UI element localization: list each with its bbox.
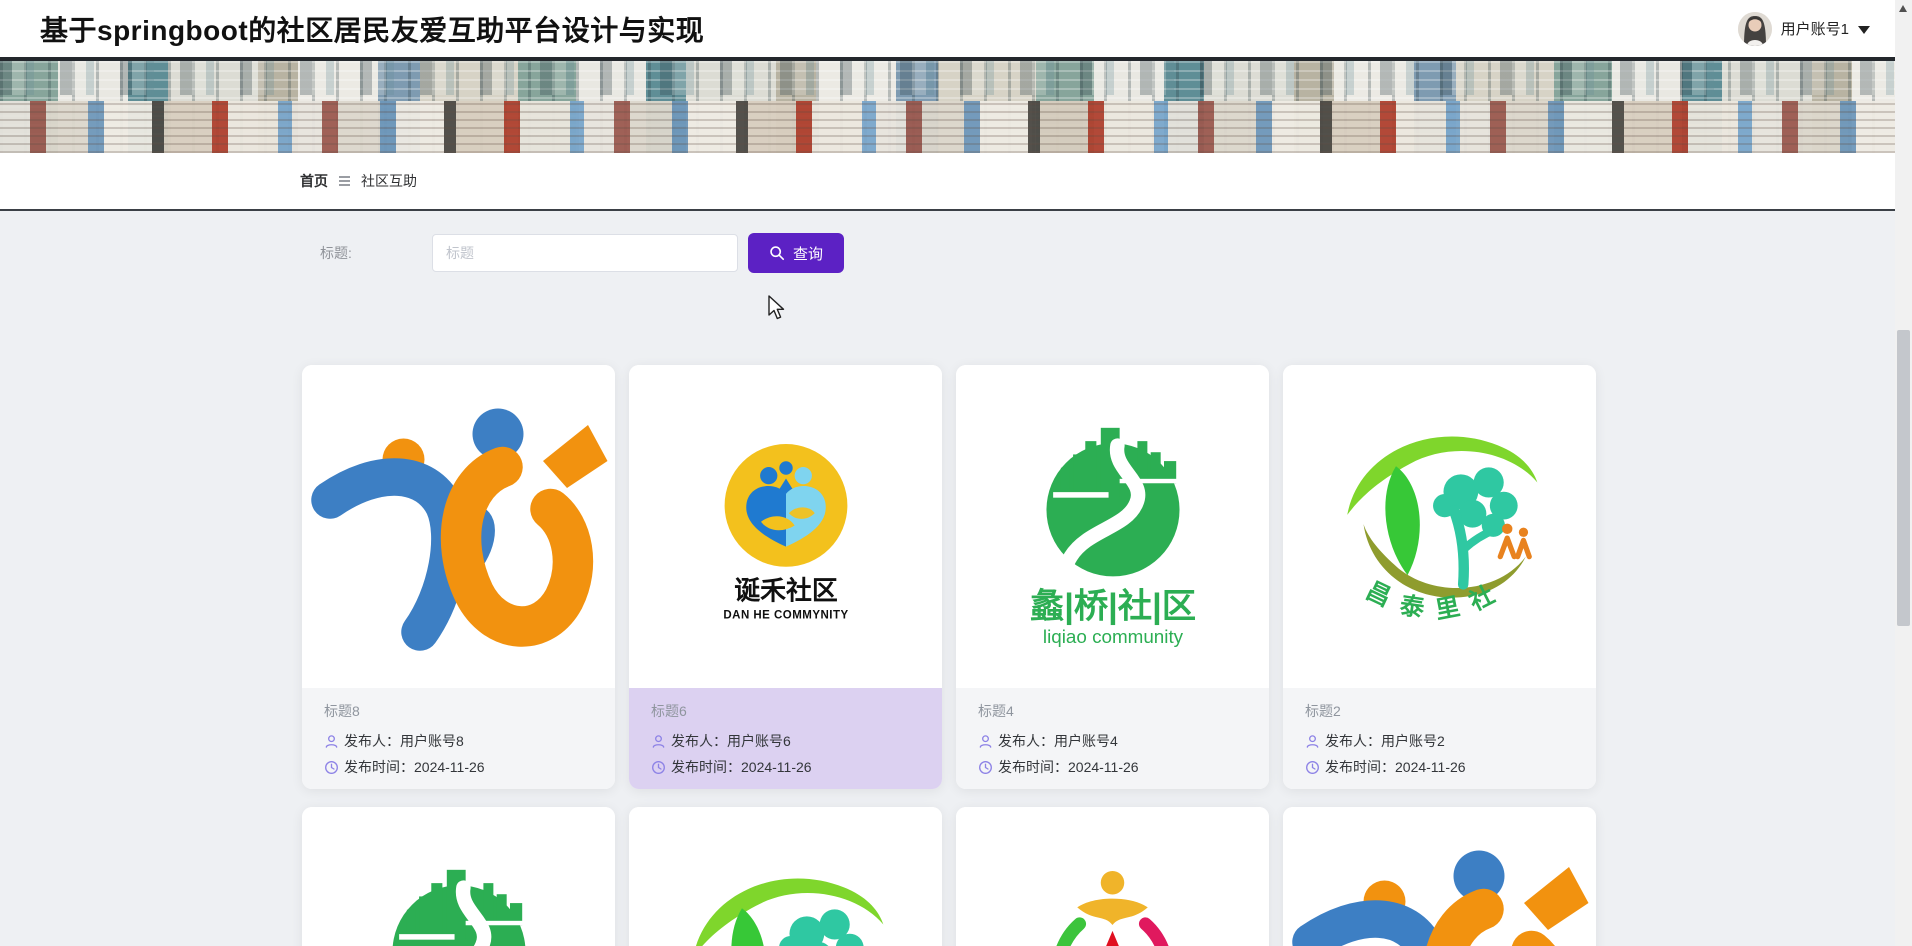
publisher-label: 发布人： [344,733,400,749]
avatar-image [1737,11,1772,46]
person-icon [325,734,338,748]
breadcrumb: 首页 社区互助 [0,153,1912,211]
card-image: 昌泰里社区 [1283,365,1596,688]
caret-down-icon [1858,25,1870,34]
card[interactable] [956,807,1269,946]
username: 用户账号1 [1780,21,1849,38]
clock-icon [325,760,338,774]
time-label: 发布时间： [998,759,1068,775]
search-input[interactable] [432,234,738,272]
search-label: 标题: [320,245,352,261]
clock-icon [979,760,992,774]
card[interactable]: 诞禾社区 DAN HE COMMYNITY 标题6 发布人： 用户账号6 发布时… [629,365,942,789]
heart-people-logo-icon [1291,850,1588,946]
page-title: 基于springboot的社区居民友爱互助平台设计与实现 [40,14,705,46]
time-value: 2024-11-26 [1068,759,1139,775]
time-label: 发布时间： [671,759,741,775]
card-time-row: 发布时间： 2024-11-26 [651,754,920,780]
card[interactable]: 标题8 发布人： 用户账号8 发布时间： 2024-11-26 [302,365,615,789]
person-icon [652,734,665,748]
publisher-value: 用户账号2 [1381,733,1445,749]
liqiao-community-logo-icon: 蠡|桥|社|区 liqiao community [1029,427,1196,647]
header: 基于springboot的社区居民友爱互助平台设计与实现 用户账号1 [0,0,1912,57]
person-icon [1306,734,1319,748]
breadcrumb-current: 社区互助 [361,173,417,189]
danhe-en-text: DAN HE COMMYNITY [723,610,848,622]
card-title: 标题2 [1305,703,1341,719]
card[interactable]: 昌泰里社区 标题2 发布人：用户账号2 [1283,365,1596,789]
time-value: 2024-11-26 [741,759,812,775]
card-image: 诞禾社区 DAN HE COMMYNITY [629,365,942,688]
liqiao-cn-text: 蠡|桥|社|区 [1029,587,1195,625]
publisher-value: 用户账号4 [1054,733,1118,749]
card-info: 标题2 发布人： 用户账号2 发布时间： 2024-11-26 [1283,688,1596,789]
user-menu[interactable]: 用户账号1 [1737,0,1870,57]
card-info: 标题4 发布人： 用户账号4 发布时间： 2024-11-26 [956,688,1269,789]
card[interactable] [629,807,942,946]
changtaili-community-logo-icon: 昌泰里社区 [1324,399,1537,625]
danhe-cn-text: 诞禾社区 [734,575,838,605]
liqiao-en-text: liqiao community [1042,626,1183,647]
card-publisher-row: 发布人： 用户账号8 [324,728,593,754]
card-title: 标题8 [324,703,360,719]
card-image [302,365,615,688]
publisher-value: 用户账号6 [727,733,791,749]
search-button-label: 查询 [792,245,823,263]
card-publisher-row: 发布人： 用户账号6 [651,728,920,754]
avatar[interactable] [1737,11,1772,46]
clock-icon [652,760,665,774]
content: 标题: 查询 [0,211,1912,946]
card-time-row: 发布时间： 2024-11-26 [324,754,593,780]
publisher-label: 发布人： [671,733,727,749]
clock-icon [1306,760,1319,774]
banner-image [0,57,1912,153]
time-label: 发布时间： [344,759,414,775]
card[interactable]: 蠡|桥|社|区 liqiao community 标题4 发布人：用户账号4 [956,365,1269,789]
page: 基于springboot的社区居民友爱互助平台设计与实现 用户账号1 首页 社区… [0,0,1912,946]
heart-people-logo-icon [310,408,607,651]
card-title: 标题4 [978,703,1014,719]
publisher-value: 用户账号8 [400,733,464,749]
search-button[interactable]: 查询 [748,233,844,273]
card-time-row: 发布时间： 2024-11-26 [1305,754,1574,780]
card-title: 标题6 [651,703,687,719]
card[interactable] [1283,807,1596,946]
liqiao-community-logo-icon [392,869,526,946]
card-image [1283,807,1596,946]
person-icon [979,734,992,748]
card-info: 标题8 发布人： 用户账号8 发布时间： 2024-11-26 [302,688,615,789]
card-publisher-row: 发布人： 用户账号4 [978,728,1247,754]
scrollbar[interactable] [1895,0,1912,946]
breadcrumb-home[interactable]: 首页 [300,171,328,191]
danhe-community-logo-icon: 诞禾社区 DAN HE COMMYNITY [723,444,848,622]
publisher-label: 发布人： [998,733,1054,749]
star-people-logo-icon [1056,870,1169,946]
card[interactable] [302,807,615,946]
card-image [956,807,1269,946]
scrollbar-thumb[interactable] [1897,330,1910,626]
time-label: 发布时间： [1325,759,1395,775]
card-info-highlighted: 标题6 发布人： 用户账号6 发布时间： 2024-11-26 [629,688,942,789]
time-value: 2024-11-26 [414,759,485,775]
breadcrumb-separator-icon [339,176,350,186]
changtaili-community-logo-icon [695,878,883,946]
card-time-row: 发布时间： 2024-11-26 [978,754,1247,780]
search-form: 标题: 查询 [320,233,1912,273]
card-grid: 标题8 发布人： 用户账号8 发布时间： 2024-11-26 诞禾社区 DAN… [302,365,1597,946]
scrollbar-up-arrow-icon[interactable] [1899,5,1907,12]
time-value: 2024-11-26 [1395,759,1466,775]
card-image [302,807,615,946]
card-image: 蠡|桥|社|区 liqiao community [956,365,1269,688]
card-publisher-row: 发布人： 用户账号2 [1305,728,1574,754]
publisher-label: 发布人： [1325,733,1381,749]
card-image [629,807,942,946]
search-icon [770,246,785,261]
